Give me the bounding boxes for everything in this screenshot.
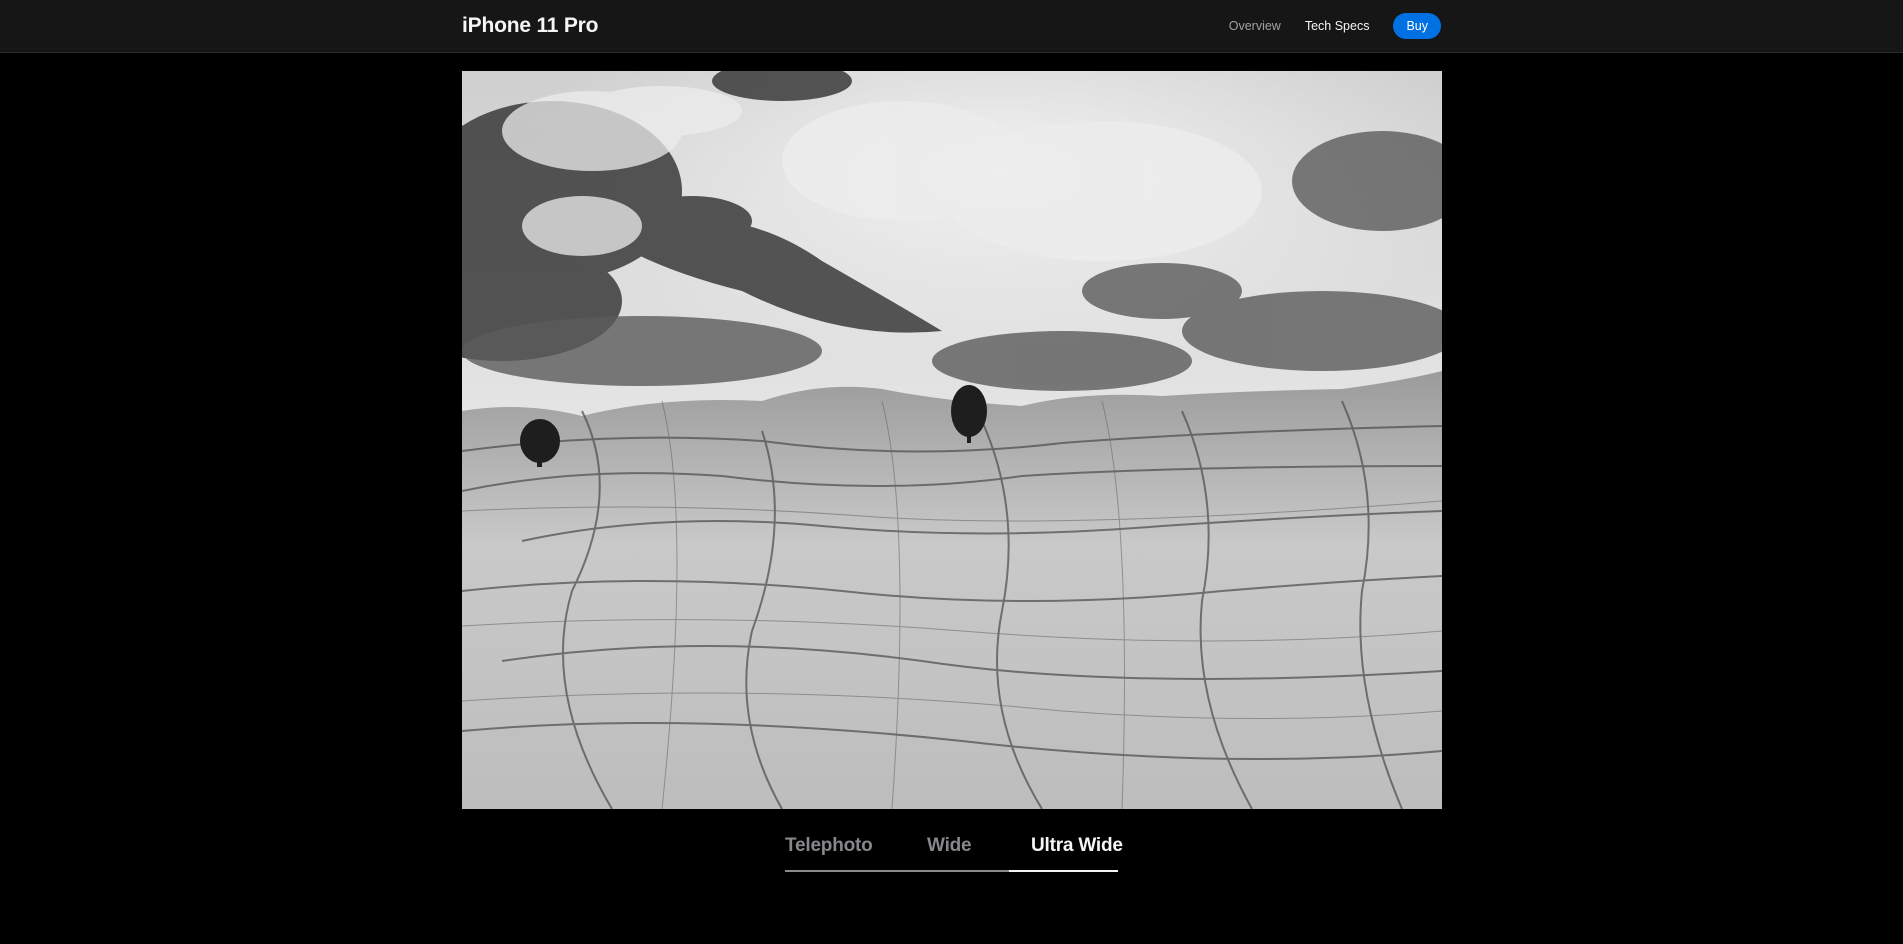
nav-links: Overview Tech Specs Buy — [1229, 13, 1441, 39]
buy-button[interactable]: Buy — [1393, 13, 1441, 39]
global-nav: iPhone 11 Pro Overview Tech Specs Buy — [0, 0, 1903, 53]
nav-link-overview[interactable]: Overview — [1229, 19, 1281, 33]
tab-ultra-wide[interactable]: Ultra Wide — [1031, 835, 1123, 857]
camera-lens-tabs: Telephoto Wide Ultra Wide — [785, 835, 1123, 873]
nav-link-tech-specs[interactable]: Tech Specs — [1305, 19, 1370, 33]
tab-telephoto[interactable]: Telephoto — [785, 835, 873, 857]
ultra-wide-sample-photo — [462, 71, 1442, 809]
product-title[interactable]: iPhone 11 Pro — [462, 14, 598, 38]
active-tab-indicator — [1009, 870, 1118, 872]
tab-wide[interactable]: Wide — [927, 835, 972, 857]
